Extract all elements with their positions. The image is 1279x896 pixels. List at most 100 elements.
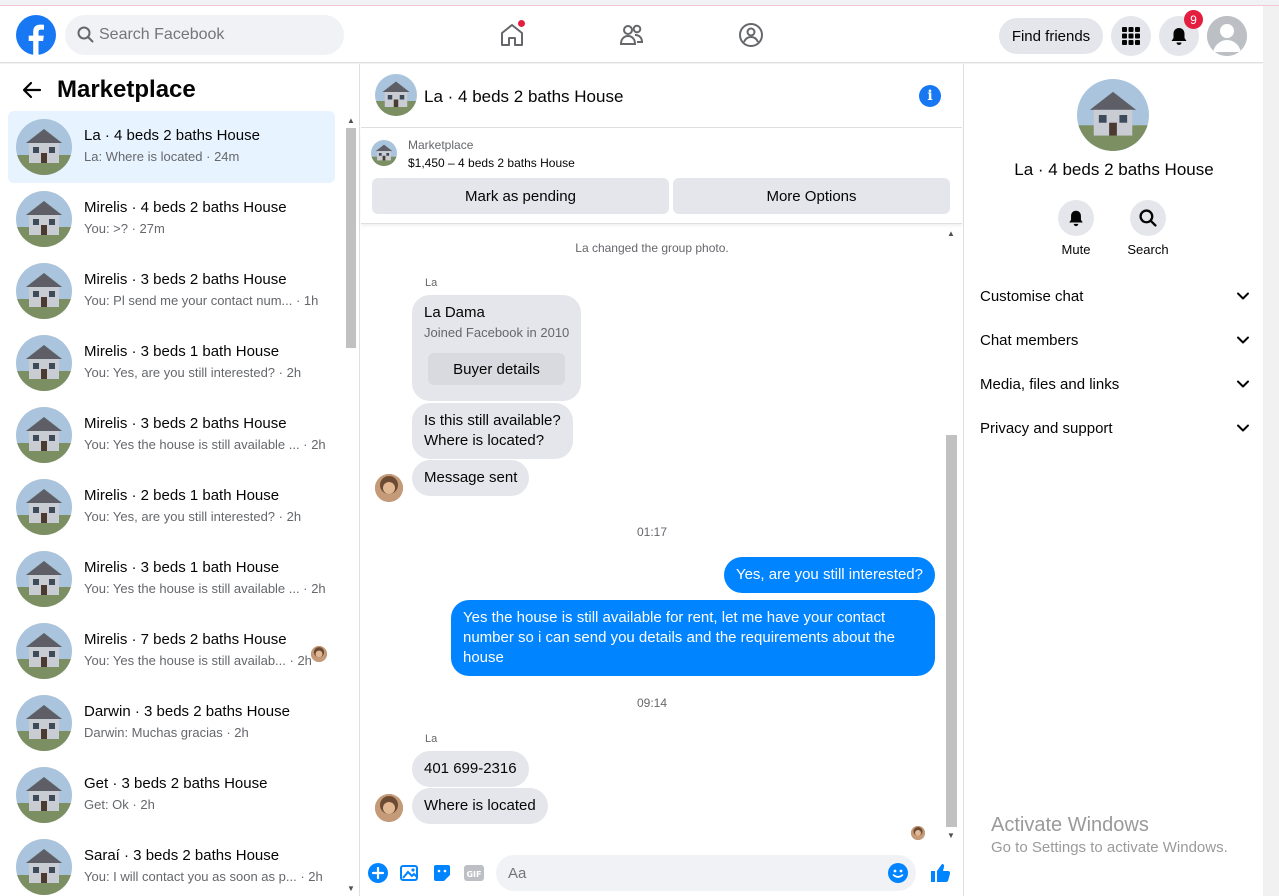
conversation-title: Mirelis · 3 beds 1 bath House	[84, 559, 280, 576]
grid-menu-icon	[1122, 27, 1140, 45]
add-more-button[interactable]	[366, 861, 390, 885]
sticker-button[interactable]	[430, 861, 454, 885]
conversation-item[interactable]: Mirelis · 3 beds 1 bath House You: Yes, …	[8, 327, 335, 399]
home-notification-dot	[517, 19, 526, 28]
conversation-title: Mirelis · 3 beds 2 baths House	[84, 415, 287, 432]
conversation-item[interactable]: Mirelis · 3 beds 2 baths House You: Yes …	[8, 399, 335, 471]
conversation-preview: Get: Ok · 2h	[84, 797, 155, 812]
conversation-item[interactable]: Mirelis · 2 beds 1 bath House You: Yes, …	[8, 471, 335, 543]
listing-thumbnail	[16, 839, 72, 895]
conversation-preview: You: Pl send me your contact num... · 1h	[84, 293, 319, 308]
account-avatar[interactable]	[1207, 16, 1247, 56]
timestamp: 01:17	[636, 525, 668, 539]
chevron-down-icon	[1237, 424, 1249, 432]
conversation-item[interactable]: Mirelis · 3 beds 1 bath House You: Yes t…	[8, 543, 335, 615]
search-input[interactable]	[99, 15, 329, 55]
like-button[interactable]	[928, 861, 952, 885]
emoji-icon[interactable]	[888, 863, 908, 883]
message-text: Yes the house is still available for ren…	[463, 609, 895, 666]
outgoing-message[interactable]: Yes, are you still interested?	[723, 557, 935, 593]
incoming-message[interactable]: Message sent	[412, 460, 530, 496]
section-media-files-links[interactable]: Media, files and links	[972, 365, 1256, 405]
message-text-line: Where is located?	[424, 432, 545, 449]
outgoing-message[interactable]: Yes the house is still available for ren…	[451, 600, 935, 676]
scroll-up-arrow-icon[interactable]: ▲	[947, 229, 955, 238]
scrollbar-thumb[interactable]	[946, 435, 957, 827]
listing-thumbnail[interactable]	[371, 140, 397, 166]
conversation-item[interactable]: Saraí · 3 beds 2 baths House You: I will…	[8, 831, 335, 896]
window-scrollbar[interactable]	[1263, 6, 1279, 896]
thumbs-up-icon	[931, 864, 951, 882]
scroll-down-arrow-icon[interactable]: ▼	[347, 884, 355, 893]
activate-windows-watermark: Activate Windows Go to Settings to activ…	[991, 814, 1228, 856]
sender-name: La	[425, 277, 438, 289]
section-chat-members[interactable]: Chat members	[972, 321, 1256, 361]
gif-button[interactable]: GIF	[462, 861, 486, 885]
conversation-item[interactable]: Mirelis · 4 beds 2 baths House You: >? ·…	[8, 183, 335, 255]
search-bar[interactable]	[65, 15, 344, 55]
conversation-item[interactable]: La · 4 beds 2 baths House La: Where is l…	[8, 111, 335, 183]
chat-photo[interactable]	[1077, 79, 1149, 151]
seen-avatar	[311, 646, 327, 662]
conversation-item[interactable]: Darwin · 3 beds 2 baths House Darwin: Mu…	[8, 687, 335, 759]
conversation-title: Mirelis · 7 beds 2 baths House	[84, 631, 287, 648]
conversation-item[interactable]: Mirelis · 3 beds 2 baths House You: Pl s…	[8, 255, 335, 327]
incoming-message[interactable]: Where is located	[412, 788, 548, 824]
find-friends-button[interactable]: Find friends	[999, 18, 1103, 54]
sticker-icon	[434, 865, 450, 881]
bell-icon	[1171, 28, 1187, 45]
system-message: La changed the group photo.	[575, 241, 729, 255]
search-label: Search	[1127, 242, 1169, 257]
listing-thumbnail	[16, 407, 72, 463]
scroll-down-arrow-icon[interactable]: ▼	[947, 831, 955, 840]
chat-title[interactable]: La · 4 beds 2 baths House	[424, 87, 623, 107]
notifications-button[interactable]: 9	[1159, 10, 1203, 56]
chat-scrollbar[interactable]: ▲ ▼	[943, 225, 960, 845]
conversation-title: Get · 3 beds 2 baths House	[84, 775, 268, 792]
arrow-left-icon	[22, 81, 42, 99]
nav-home[interactable]	[484, 12, 540, 58]
section-label: Chat members	[980, 332, 1079, 349]
attach-photo-button[interactable]	[398, 861, 422, 885]
message-text: 401 699-2316	[424, 760, 517, 777]
message-composer: GIF	[361, 851, 962, 896]
scroll-up-arrow-icon[interactable]: ▲	[347, 116, 355, 125]
menu-button[interactable]	[1111, 16, 1151, 56]
section-privacy-support[interactable]: Privacy and support	[972, 409, 1256, 449]
more-options-button[interactable]: More Options	[673, 178, 950, 214]
chevron-down-icon	[1237, 336, 1249, 344]
nav-friends[interactable]	[604, 12, 660, 58]
message-text: Yes, are you still interested?	[735, 566, 923, 583]
conversation-preview: La: Where is located · 24m	[84, 149, 240, 164]
listing-price[interactable]: $1,450 – 4 beds 2 baths House	[408, 156, 575, 170]
incoming-message[interactable]: 401 699-2316	[412, 751, 529, 787]
section-customise-chat[interactable]: Customise chat	[972, 277, 1256, 317]
mark-as-pending-button[interactable]: Mark as pending	[372, 178, 669, 214]
message-input[interactable]	[508, 855, 868, 891]
buyer-details-button[interactable]: Buyer details	[428, 353, 565, 385]
facebook-logo[interactable]	[16, 15, 56, 55]
chat-listing-thumbnail[interactable]	[375, 74, 417, 116]
scrollbar-thumb[interactable]	[346, 128, 356, 348]
contact-avatar[interactable]	[375, 794, 403, 822]
conversation-title: Mirelis · 3 beds 1 bath House	[84, 343, 280, 360]
message-input-wrapper[interactable]	[496, 855, 916, 891]
chat-details-panel: La · 4 beds 2 baths House Mute Search Cu…	[963, 64, 1263, 896]
back-button[interactable]	[20, 78, 44, 102]
read-receipt-avatar	[911, 826, 925, 840]
buyer-details-card: La Dama Joined Facebook in 2010 Buyer de…	[412, 295, 581, 401]
conversation-preview: You: Yes, are you still interested? · 2h	[84, 509, 302, 524]
incoming-message[interactable]: Is this still available? Where is locate…	[412, 403, 573, 459]
conversation-item[interactable]: Get · 3 beds 2 baths House Get: Ok · 2h	[8, 759, 335, 831]
search-in-chat-action[interactable]: Search	[1118, 200, 1178, 257]
info-icon[interactable]: i	[919, 85, 941, 107]
conversation-preview: You: Yes, are you still interested? · 2h	[84, 365, 302, 380]
svg-text:GIF: GIF	[466, 870, 481, 879]
sidebar-scrollbar[interactable]: ▲ ▼	[345, 112, 357, 896]
contact-avatar[interactable]	[375, 474, 403, 502]
nav-profile-groups[interactable]	[723, 12, 779, 58]
conversation-item[interactable]: Mirelis · 7 beds 2 baths House You: Yes …	[8, 615, 335, 687]
listing-thumbnail	[16, 263, 72, 319]
listing-thumbnail	[16, 335, 72, 391]
mute-action[interactable]: Mute	[1046, 200, 1106, 257]
